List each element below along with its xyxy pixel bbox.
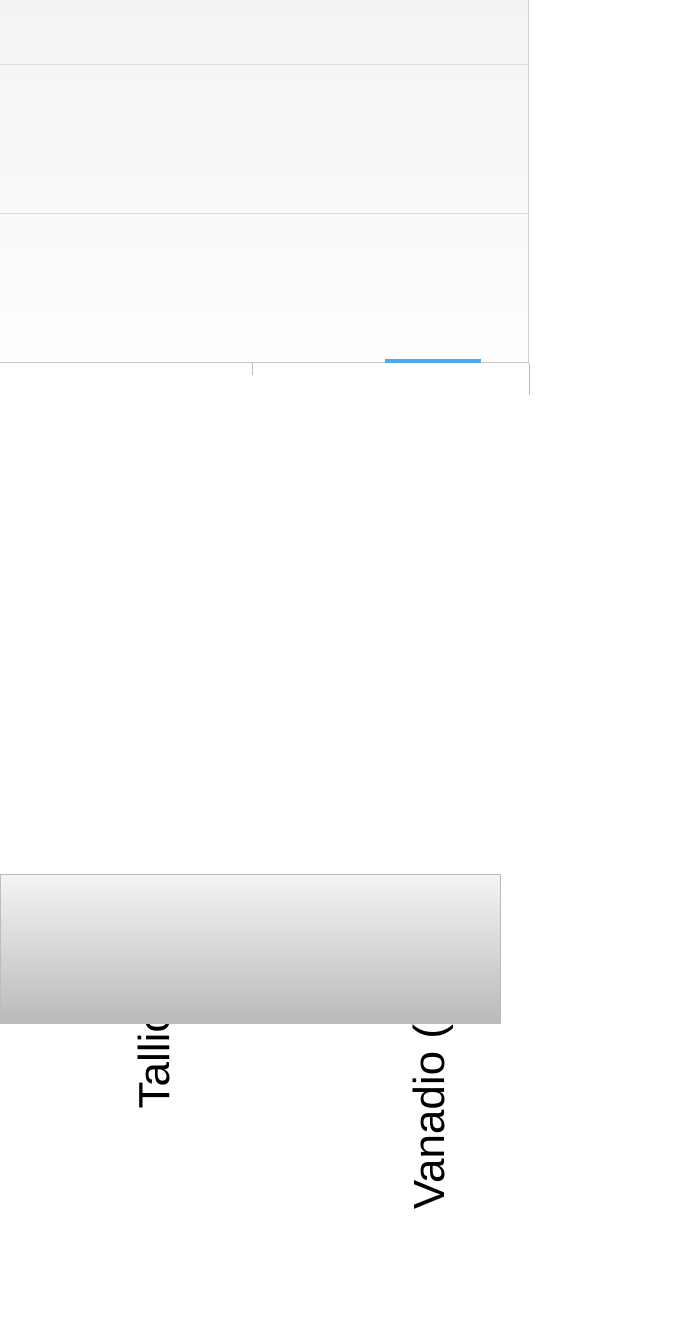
x-axis	[0, 363, 529, 395]
legend-box	[0, 874, 501, 1024]
gridline	[0, 64, 528, 65]
gridline	[0, 213, 528, 214]
x-tick	[252, 363, 253, 375]
x-tick	[529, 363, 530, 395]
x-axis-labels: Tallio (Tl) Vanadio (V)	[0, 395, 678, 795]
chart-plot-area	[0, 0, 529, 363]
x-axis-label: Vanadio (V)	[405, 980, 455, 1330]
